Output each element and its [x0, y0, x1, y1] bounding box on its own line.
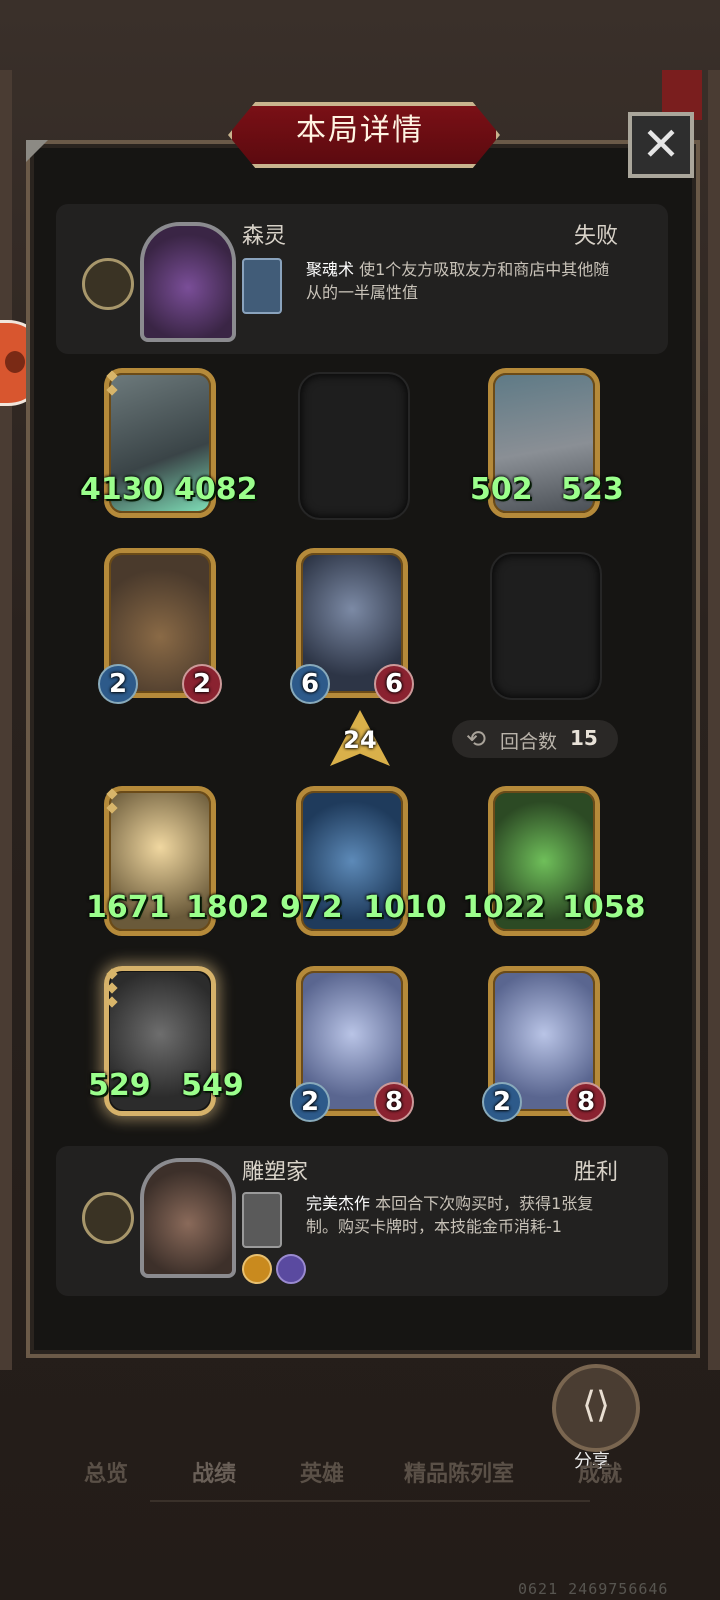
right-frame-edge [708, 70, 720, 1370]
minion-stats: 502 523 [470, 472, 624, 507]
opponent-minion-card[interactable]: 6 6 [290, 548, 414, 704]
attack-value: 972 [280, 890, 343, 925]
health-value: 1058 [561, 890, 646, 925]
tab-achievements[interactable]: 成就 [578, 1456, 622, 1488]
health-value: 1010 [363, 890, 447, 925]
empty-slot [490, 552, 602, 700]
player-name: 雕塑家 [242, 1160, 309, 1185]
share-button[interactable]: ⟨⟩ [552, 1364, 640, 1452]
player-emblem-icon [82, 1192, 134, 1244]
tier-indicator: 24 [330, 710, 390, 766]
opponent-result: 失败 [573, 224, 618, 249]
tab-showcase[interactable]: 精品陈列室 [404, 1456, 514, 1488]
attack-badge: 2 [290, 1082, 330, 1122]
repeat-icon: ⟲ [466, 725, 487, 753]
star-pips [106, 788, 118, 830]
opponent-skill-icon[interactable] [242, 258, 282, 314]
minion-stats: 1022 1058 [462, 890, 645, 925]
tab-records[interactable]: 战绩 [192, 1456, 236, 1488]
share-icon: ⟨⟩ [581, 1385, 611, 1426]
health-value: 523 [561, 472, 624, 507]
health-value: 1802 [185, 890, 270, 925]
round-value: 15 [570, 726, 598, 750]
health-badge: 8 [374, 1082, 414, 1122]
player-result: 胜利 [573, 1160, 618, 1185]
player-skill-text: 完美杰作 本回合下次购买时，获得1张复制。购买卡牌时，本技能金币消耗-1 [306, 1192, 616, 1238]
minion-stats: 972 1010 [280, 890, 447, 925]
round-counter: ⟲ 回合数 15 [452, 720, 618, 758]
attack-value: 1022 [462, 890, 546, 925]
tier-value: 24 [343, 726, 377, 754]
dialog-title: 本局详情 [296, 113, 424, 148]
opponent-skill-text: 聚魂术 使1个友方吸取友方和商店中其他随从的一半属性值 [306, 258, 616, 304]
minion-stats: 1671 1802 [86, 890, 269, 925]
panel-corner [26, 140, 48, 162]
player-skill-title: 完美杰作 [306, 1194, 371, 1213]
left-frame-edge [0, 70, 12, 1370]
health-value: 4082 [173, 472, 258, 507]
attack-value: 4130 [80, 472, 164, 507]
tab-overview[interactable]: 总览 [84, 1456, 128, 1488]
star-pips [106, 370, 118, 412]
buff-icon[interactable] [276, 1254, 306, 1284]
attack-badge: 2 [482, 1082, 522, 1122]
attack-value: 502 [470, 472, 533, 507]
close-icon: ✕ [641, 117, 681, 171]
opponent-minion-card[interactable]: 2 2 [98, 548, 222, 704]
player-hero-portrait[interactable] [140, 1158, 236, 1278]
attack-badge: 6 [290, 664, 330, 704]
footer-id: 0621 2469756646 [518, 1580, 669, 1598]
player-minion-card[interactable]: 2 8 [482, 966, 606, 1122]
health-badge: 2 [182, 664, 222, 704]
opponent-emblem-icon [82, 258, 134, 310]
opponent-summary: 森灵 失败 聚魂术 使1个友方吸取友方和商店中其他随从的一半属性值 [56, 204, 668, 354]
opponent-skill-title: 聚魂术 [306, 260, 355, 279]
minion-stats: 529 549 [88, 1068, 244, 1103]
health-badge: 8 [566, 1082, 606, 1122]
minion-stats: 4130 4082 [80, 472, 257, 507]
health-value: 549 [181, 1068, 244, 1103]
buff-icon[interactable] [242, 1254, 272, 1284]
bottom-tab-bar: 总览 战绩 英雄 精品陈列室 成就 [0, 1452, 720, 1502]
attack-value: 529 [88, 1068, 151, 1103]
attack-value: 1671 [86, 890, 170, 925]
player-minion-card[interactable]: 2 8 [290, 966, 414, 1122]
opponent-hero-portrait[interactable] [140, 222, 236, 342]
player-summary: 雕塑家 胜利 完美杰作 本回合下次购买时，获得1张复制。购买卡牌时，本技能金币消… [56, 1146, 668, 1296]
round-label: 回合数 [500, 731, 558, 753]
empty-slot [298, 372, 410, 520]
close-button[interactable]: ✕ [628, 112, 694, 178]
star-pips [106, 968, 118, 1010]
tab-heroes[interactable]: 英雄 [300, 1456, 344, 1488]
opponent-name: 森灵 [242, 224, 287, 249]
attack-badge: 2 [98, 664, 138, 704]
health-badge: 6 [374, 664, 414, 704]
player-skill-icon[interactable] [242, 1192, 282, 1248]
